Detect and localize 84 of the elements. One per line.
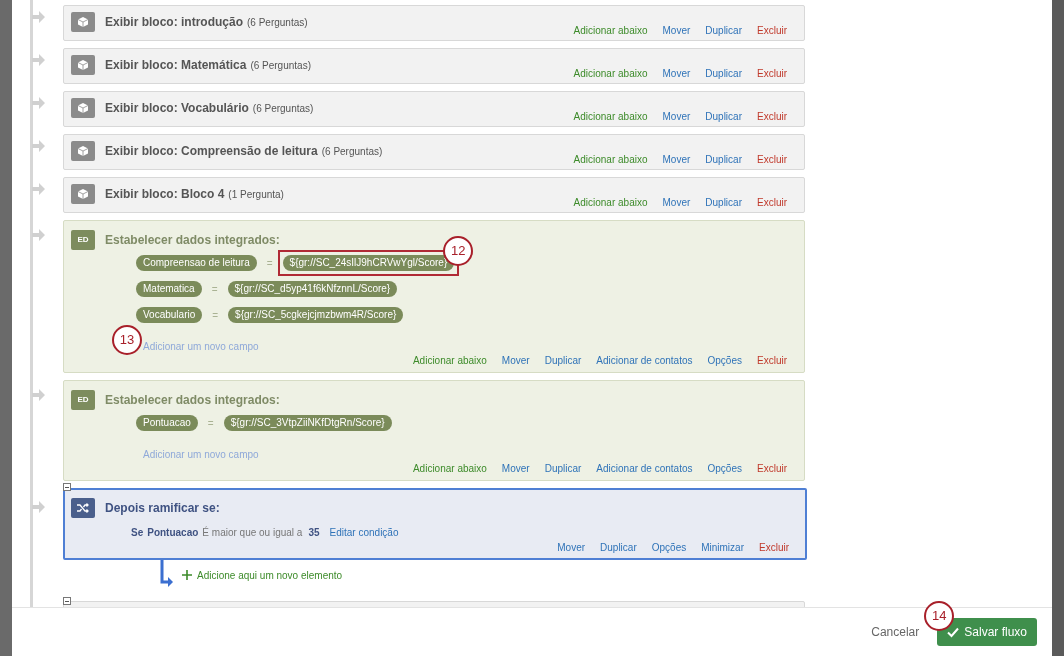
cancel-link[interactable]: Cancelar	[871, 623, 920, 641]
action-link[interactable]: Adicionar de contatos	[596, 461, 693, 476]
field-name-pill[interactable]: Compreensao de leitura	[136, 255, 257, 271]
action-link[interactable]: Opções	[707, 353, 742, 368]
block-title: Exibir bloco: introdução	[105, 14, 243, 31]
action-link[interactable]: Adicionar abaixo	[412, 353, 487, 368]
action-link[interactable]: Excluir	[757, 461, 787, 476]
action-link[interactable]: Duplicar	[544, 353, 582, 368]
add-element-link[interactable]: Adicione aqui um novo elemento	[197, 567, 343, 583]
action-link[interactable]: Excluir	[757, 66, 787, 81]
action-link[interactable]: Excluir	[757, 23, 787, 38]
block-title: Exibir bloco: Matemática	[105, 57, 247, 74]
checkmark-icon	[947, 626, 960, 638]
equals-sign: =	[266, 256, 273, 271]
action-link[interactable]: Adicionar de contatos	[596, 353, 693, 368]
field-name-pill[interactable]: Matematica	[136, 281, 202, 297]
card-title: Depois ramificar se:	[105, 500, 220, 517]
cube-icon	[71, 184, 95, 204]
action-link[interactable]: Mover	[662, 23, 691, 38]
action-link[interactable]: Opções	[707, 461, 742, 476]
field-name-pill[interactable]: Vocabulario	[136, 307, 203, 323]
action-link[interactable]: Mover	[557, 540, 586, 555]
equals-sign: =	[212, 308, 219, 323]
action-link[interactable]: Mover	[501, 461, 530, 476]
plus-icon[interactable]	[182, 570, 192, 580]
action-link[interactable]: Adicionar abaixo	[573, 195, 648, 210]
action-link[interactable]: Adicionar abaixo	[573, 23, 648, 38]
condition-value: 35	[308, 526, 320, 540]
field-value-pill[interactable]: ${gr://SC_d5yp41f6kNfznnL/Score}	[227, 281, 398, 297]
action-link[interactable]: Excluir	[759, 540, 789, 555]
collapse-icon[interactable]	[63, 483, 71, 491]
callout-marker: 13	[112, 325, 142, 355]
question-count: (6 Perguntas)	[250, 59, 311, 73]
action-link[interactable]: Opções	[651, 540, 687, 555]
block-title: Exibir bloco: Vocabulário	[105, 100, 249, 117]
question-count: (6 Perguntas)	[252, 102, 314, 116]
action-link[interactable]: Duplicar	[544, 461, 582, 476]
action-link[interactable]: Duplicar	[705, 195, 742, 210]
question-count: (6 Perguntas)	[321, 145, 383, 159]
field-value-pill[interactable]: ${gr://SC_3VtpZiiNKfDtgRn/Score}	[223, 415, 392, 431]
condition-field: Pontuacao	[147, 525, 199, 540]
action-link[interactable]: Excluir	[757, 109, 787, 124]
cube-icon	[71, 141, 95, 161]
equals-sign: =	[211, 282, 218, 297]
action-link[interactable]: Excluir	[757, 195, 787, 210]
elbow-arrow-icon	[160, 559, 174, 588]
equals-sign: =	[207, 416, 214, 431]
callout-marker: 14	[924, 601, 955, 631]
action-link[interactable]: Mover	[501, 353, 530, 368]
action-link[interactable]: Adicionar abaixo	[412, 461, 487, 476]
cube-icon	[71, 98, 95, 118]
action-link[interactable]: Duplicar	[705, 23, 742, 38]
action-link[interactable]: Duplicar	[705, 109, 742, 124]
field-value-pill[interactable]: ${gr://SC_24sIlJ9hCRVwYgl/Score}	[282, 255, 455, 271]
action-link[interactable]: Duplicar	[600, 540, 637, 555]
action-link[interactable]: Adicionar abaixo	[573, 66, 648, 81]
question-count: (6 Perguntas)	[247, 16, 308, 30]
action-link[interactable]: Adicionar abaixo	[573, 152, 648, 167]
action-link[interactable]: Mover	[662, 152, 691, 167]
condition-keyword: Se	[131, 526, 144, 540]
action-link[interactable]: Excluir	[757, 152, 787, 167]
action-link[interactable]: Mover	[662, 66, 691, 81]
action-link[interactable]: Mover	[662, 195, 691, 210]
collapse-icon[interactable]	[63, 597, 71, 605]
action-link[interactable]: Duplicar	[705, 66, 742, 81]
ed-icon: ED	[71, 230, 95, 250]
action-link[interactable]: Excluir	[757, 353, 787, 368]
ed-icon: ED	[71, 390, 95, 410]
action-link[interactable]: Adicionar abaixo	[573, 109, 648, 124]
block-title: Exibir bloco: Compreensão de leitura	[105, 143, 318, 160]
question-count: (1 Pergunta)	[228, 188, 284, 202]
card-title: Estabelecer dados integrados:	[105, 392, 280, 409]
block-title: Exibir bloco: Bloco 4	[105, 186, 225, 203]
branch-icon	[71, 498, 95, 518]
edit-condition-link[interactable]: Editar condição	[329, 525, 399, 540]
card-title: Estabelecer dados integrados:	[105, 232, 280, 249]
cube-icon	[71, 12, 95, 32]
action-link[interactable]: Mover	[662, 109, 691, 124]
field-name-pill[interactable]: Pontuacao	[136, 415, 198, 431]
condition-operator: É maior que ou igual a	[202, 525, 303, 540]
action-link[interactable]: Duplicar	[705, 152, 742, 167]
field-value-pill[interactable]: ${gr://SC_5cgkejcjmzbwm4R/Score}	[228, 307, 404, 323]
cube-icon	[71, 55, 95, 75]
action-link[interactable]: Minimizar	[701, 540, 744, 555]
